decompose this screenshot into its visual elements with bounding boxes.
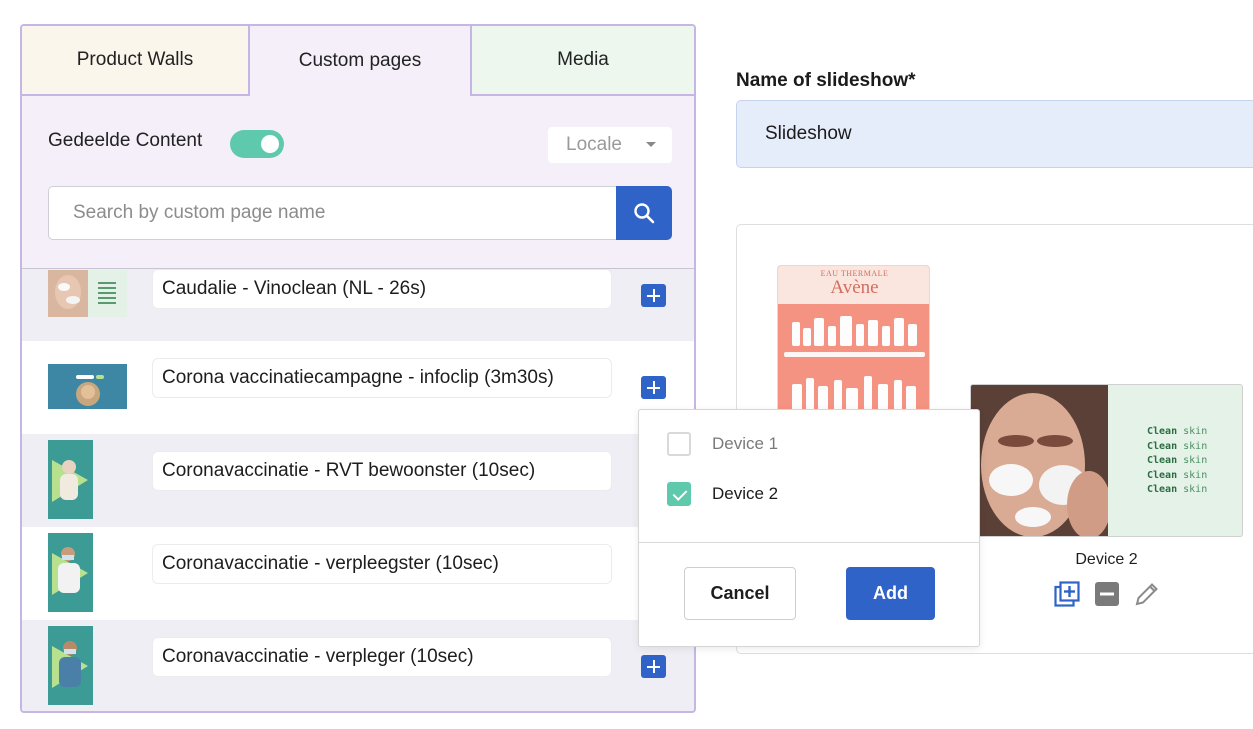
face-photo — [971, 385, 1108, 536]
list-item: Coronavaccinatie - verpleger (10sec) — [22, 620, 694, 711]
page-thumbnail — [48, 270, 127, 317]
avene-header: EAU THERMALE Avène — [778, 266, 929, 304]
add-page-button[interactable] — [641, 284, 666, 307]
avene-product-wall-slide[interactable]: EAU THERMALE Avène — [777, 265, 930, 415]
search-input[interactable] — [48, 186, 618, 240]
shared-content-label: Gedeelde Content — [48, 130, 203, 151]
page-thumbnail — [48, 440, 93, 519]
locale-select[interactable]: Locale — [548, 127, 672, 163]
tab-media[interactable]: Media — [472, 26, 694, 96]
custom-page-list: Caudalie - Vinoclean (NL - 26s) Corona v… — [22, 268, 694, 711]
divider — [639, 542, 979, 543]
add-button[interactable]: Add — [846, 567, 935, 620]
list-item: Coronavaccinatie - RVT bewoonster (10sec… — [22, 434, 694, 527]
page-thumbnail — [48, 364, 127, 409]
cancel-button[interactable]: Cancel — [684, 567, 796, 620]
tab-custom-pages[interactable]: Custom pages — [248, 26, 472, 96]
duplicate-icon[interactable] — [1054, 581, 1080, 607]
slide-device-caption: Device 2 — [1075, 551, 1138, 568]
chevron-down-icon — [646, 142, 656, 147]
search-bar — [48, 186, 672, 240]
list-item: Caudalie - Vinoclean (NL - 26s) — [22, 269, 694, 341]
clean-skin-text: Clean skin Clean skin Clean skin Clean s… — [1147, 426, 1208, 495]
page-name[interactable]: Coronavaccinatie - RVT bewoonster (10sec… — [152, 451, 612, 491]
device-option-label: Device 1 — [712, 434, 779, 453]
device-picker-popover: Device 1 Device 2 Cancel Add — [638, 409, 980, 647]
edit-pencil-icon[interactable] — [1134, 581, 1160, 607]
avene-logo: Avène — [830, 277, 879, 298]
add-page-button[interactable] — [641, 655, 666, 678]
device-option-2[interactable]: Device 2 — [667, 482, 778, 506]
device-2-checkbox[interactable] — [667, 482, 691, 506]
tab-product-walls[interactable]: Product Walls — [22, 26, 248, 96]
device-1-checkbox[interactable] — [667, 432, 691, 456]
clean-skin-slide[interactable]: Clean skin Clean skin Clean skin Clean s… — [970, 384, 1243, 537]
tab-bar: Product Walls Custom pages Media — [22, 26, 694, 96]
add-page-button[interactable] — [641, 376, 666, 399]
search-button[interactable] — [616, 186, 672, 240]
shared-content-toggle[interactable] — [230, 130, 284, 158]
device-option-1[interactable]: Device 1 — [667, 432, 778, 456]
page-thumbnail — [48, 533, 93, 612]
list-item: Corona vaccinatiecampagne - infoclip (3m… — [22, 341, 694, 434]
page-name[interactable]: Coronavaccinatie - verpleger (10sec) — [152, 637, 612, 677]
remove-icon[interactable] — [1094, 581, 1120, 607]
slideshow-name-label: Name of slideshow* — [736, 70, 916, 91]
device-option-label: Device 2 — [712, 484, 779, 503]
page-name[interactable]: Caudalie - Vinoclean (NL - 26s) — [152, 269, 612, 309]
page-name[interactable]: Corona vaccinatiecampagne - infoclip (3m… — [152, 358, 612, 398]
page-name[interactable]: Coronavaccinatie - verpleegster (10sec) — [152, 544, 612, 584]
search-icon — [634, 203, 655, 224]
locale-placeholder: Locale — [566, 134, 622, 155]
page-thumbnail — [48, 626, 93, 705]
custom-pages-panel: Product Walls Custom pages Media Gedeeld… — [20, 24, 696, 713]
list-item: Coronavaccinatie - verpleegster (10sec) — [22, 527, 694, 620]
slideshow-name-input[interactable] — [736, 100, 1253, 168]
